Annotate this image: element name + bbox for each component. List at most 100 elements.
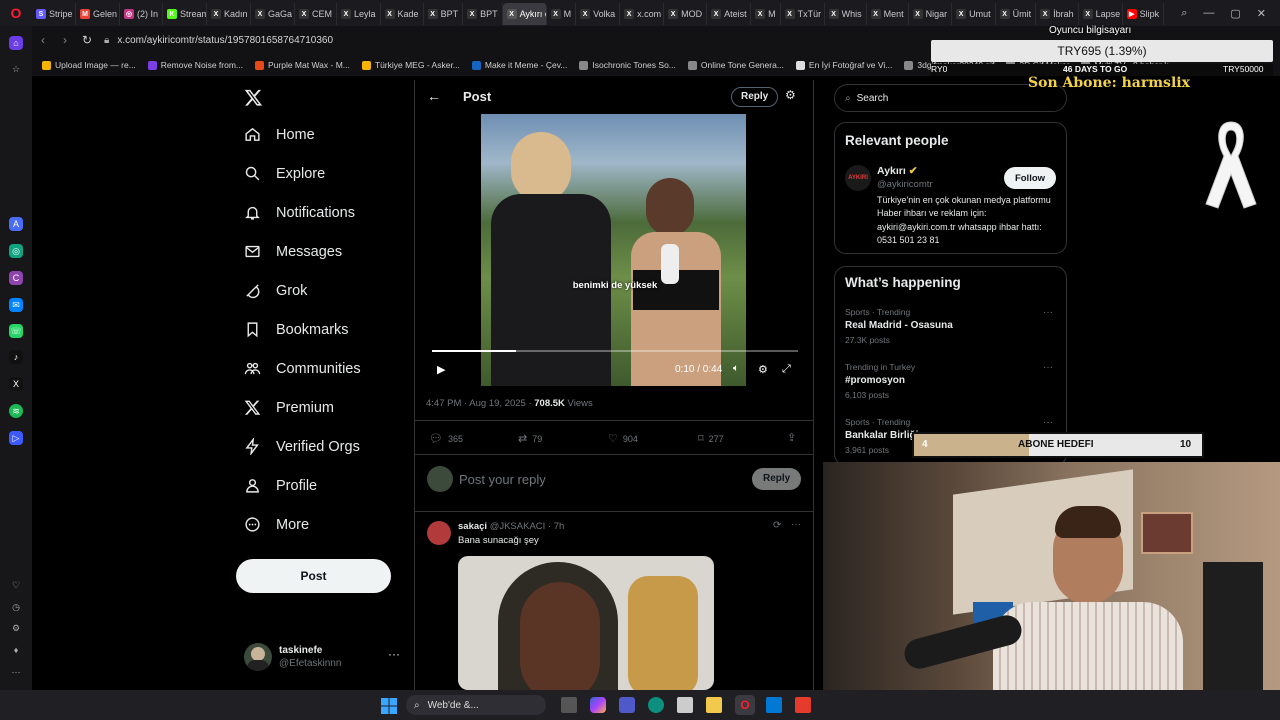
file-explorer-icon[interactable] xyxy=(706,697,722,713)
back-arrow-icon[interactable]: ← xyxy=(427,88,441,104)
account-switcher[interactable]: taskinefe @Efetaskinnn ··· xyxy=(244,643,404,673)
header-reply-button[interactable]: Reply xyxy=(731,87,779,107)
browser-tab[interactable]: X Volka xyxy=(576,3,621,25)
browser-tab[interactable]: X Lapse xyxy=(1079,3,1123,25)
browser-tab[interactable]: Xx.com xyxy=(620,3,665,25)
windows-start-icon[interactable] xyxy=(381,698,397,714)
aykiri-avatar[interactable]: AYKIRI xyxy=(845,165,871,191)
browser-tab[interactable]: X BPT xyxy=(424,3,464,25)
browser-tab[interactable]: S Stripe xyxy=(32,3,76,25)
task-view-icon[interactable] xyxy=(561,697,577,713)
teams-icon[interactable] xyxy=(619,697,635,713)
taskbar-search[interactable]: ⌕ Web'de &... xyxy=(406,695,546,715)
store-icon[interactable] xyxy=(677,697,693,713)
app-rail-icon[interactable]: C xyxy=(9,271,23,285)
volume-icon[interactable]: 🔈︎ xyxy=(733,363,739,374)
browser-tab[interactable]: ◎ (2) In xyxy=(120,3,164,25)
browser-tab[interactable]: K Stream xyxy=(163,3,208,25)
reply-action[interactable]: 💬︎ 365 xyxy=(429,432,463,445)
browser-tab[interactable]: XM xyxy=(547,3,577,25)
bookmark-item[interactable]: Remove Noise from... xyxy=(147,60,243,70)
account-name[interactable]: Aykırı ✔ xyxy=(877,165,918,177)
nav-bookmarks[interactable]: Bookmarks xyxy=(244,321,349,338)
nav-more[interactable]: More xyxy=(244,516,309,533)
browser-tab[interactable]: X Ümit xyxy=(996,3,1037,25)
forward-button[interactable]: › xyxy=(54,33,76,47)
opera-taskbar-icon[interactable]: O xyxy=(735,695,755,715)
reply-input[interactable]: Post your reply xyxy=(459,472,546,487)
spotify-rail-icon[interactable]: ≋ xyxy=(9,404,23,418)
reply-more-icon[interactable]: ··· xyxy=(791,519,801,530)
edge-icon[interactable] xyxy=(648,697,664,713)
bookmark-action[interactable]: ⌑ 277 xyxy=(698,432,724,445)
video-progress-track[interactable] xyxy=(432,350,798,352)
browser-tab[interactable]: XM xyxy=(751,3,781,25)
x-rail-icon[interactable]: X xyxy=(9,377,23,391)
browser-tab[interactable]: X Umut xyxy=(952,3,996,25)
trend-more-icon[interactable]: ··· xyxy=(1043,417,1053,428)
reload-button[interactable]: ↻ xyxy=(76,33,98,47)
video-settings-icon[interactable]: ⚙ xyxy=(758,363,768,376)
heart-rail-icon[interactable]: ♡ xyxy=(9,578,23,592)
chatgpt-rail-icon[interactable]: ◎ xyxy=(9,244,23,258)
home-rail-icon[interactable]: ⌂ xyxy=(9,36,23,50)
browser-tab[interactable]: M Gelen xyxy=(76,3,120,25)
like-action[interactable]: ♡ 904 xyxy=(608,432,638,445)
history-rail-icon[interactable]: ◷ xyxy=(9,600,23,614)
reply-image[interactable] xyxy=(458,556,714,690)
trend-more-icon[interactable]: ··· xyxy=(1043,362,1053,373)
messenger-rail-icon[interactable]: ✉ xyxy=(9,298,23,312)
nav-notifications[interactable]: Notifications xyxy=(244,204,355,221)
nav-communities[interactable]: Communities xyxy=(244,360,361,377)
grok-icon[interactable]: ⟳ xyxy=(773,520,781,531)
x-logo-icon[interactable] xyxy=(244,88,264,108)
nav-grok[interactable]: Grok xyxy=(244,282,307,299)
browser-tab[interactable]: X Kade xyxy=(381,3,424,25)
minimize-button[interactable]: — xyxy=(1203,7,1214,20)
bookmark-item[interactable]: Purple Mat Wax - M... xyxy=(255,60,350,70)
compose-reply-button[interactable]: Reply xyxy=(752,468,802,490)
browser-tab[interactable]: X İbrah xyxy=(1036,3,1079,25)
ai-rail-icon[interactable]: A xyxy=(9,217,23,231)
nav-home[interactable]: Home xyxy=(244,126,315,143)
nav-premium[interactable]: Premium xyxy=(244,399,334,416)
nav-messages[interactable]: Messages xyxy=(244,243,342,260)
copilot-icon[interactable] xyxy=(590,697,606,713)
office-icon[interactable] xyxy=(795,697,811,713)
settings-sliders-icon[interactable]: ⚙ xyxy=(785,88,796,102)
browser-tab[interactable]: X Kadın xyxy=(207,3,252,25)
trend-more-icon[interactable]: ··· xyxy=(1043,307,1053,318)
reply-avatar[interactable] xyxy=(427,521,451,545)
repost-action[interactable]: ⇄ 79 xyxy=(518,432,542,445)
browser-tab[interactable]: X BPT xyxy=(463,3,503,25)
trend-item[interactable]: Sports · Trending Real Madrid - Osasuna 27… xyxy=(845,307,1060,355)
browser-tab[interactable]: X GaGa xyxy=(251,3,296,25)
browser-tab[interactable]: X CEM xyxy=(295,3,338,25)
nav-explore[interactable]: Explore xyxy=(244,165,325,182)
settings-rail-icon[interactable]: ⚙ xyxy=(9,621,23,635)
browser-tab[interactable]: XAykırı on xyxy=(502,3,547,25)
tiktok-rail-icon[interactable]: ♪ xyxy=(9,350,23,364)
play-icon[interactable]: ▶ xyxy=(437,363,445,376)
browser-tab[interactable]: X Ment xyxy=(867,3,909,25)
tips-rail-icon[interactable]: ♦ xyxy=(9,643,23,657)
nav-verified-orgs[interactable]: Verified Orgs xyxy=(244,438,360,455)
star-rail-icon[interactable]: ☆ xyxy=(9,62,23,76)
more-dots-icon[interactable]: ··· xyxy=(388,647,400,661)
nav-profile[interactable]: Profile xyxy=(244,477,317,494)
browser-tab[interactable]: X Nigar xyxy=(909,3,953,25)
tab-search-icon[interactable]: ⌕ xyxy=(1181,7,1187,20)
close-window-button[interactable]: ✕ xyxy=(1257,7,1266,20)
browser-tab[interactable]: X TxTür xyxy=(781,3,825,25)
maximize-button[interactable]: ▢ xyxy=(1230,7,1240,20)
browser-tab[interactable]: ▶ Slipk xyxy=(1123,3,1165,25)
whatsapp-rail-icon[interactable]: ☏ xyxy=(9,324,23,338)
opera-logo-icon[interactable]: O xyxy=(0,0,32,26)
player-rail-icon[interactable]: ▷ xyxy=(9,431,23,445)
bookmark-item[interactable]: En İyi Fotoğraf ve Vi... xyxy=(795,60,892,70)
post-button[interactable]: Post xyxy=(236,559,391,593)
fullscreen-icon[interactable]: ⤢ xyxy=(782,363,791,376)
browser-tab[interactable]: X Whis xyxy=(825,3,867,25)
bookmark-item[interactable]: Online Tone Genera... xyxy=(687,60,784,70)
bookmark-item[interactable]: Make it Meme - Çev... xyxy=(471,60,567,70)
